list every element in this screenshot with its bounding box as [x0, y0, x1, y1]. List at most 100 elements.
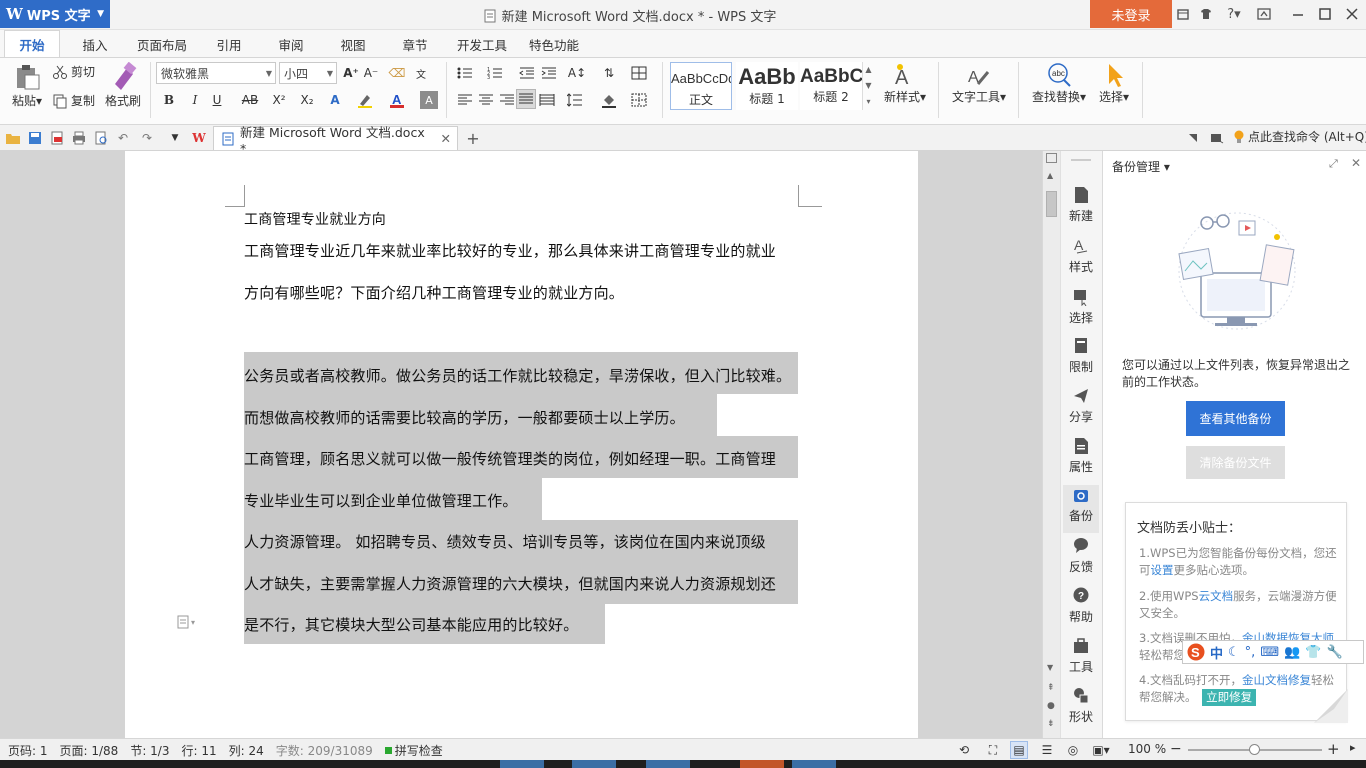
- justify-icon[interactable]: [516, 89, 536, 109]
- text-tools-button[interactable]: A 文字工具▾: [946, 62, 1012, 110]
- highlight-icon[interactable]: [356, 91, 374, 109]
- sidebar-item-help[interactable]: ? 帮助: [1063, 587, 1099, 633]
- text-effect-icon[interactable]: A: [326, 91, 344, 109]
- next-page-icon[interactable]: ⇟: [1047, 719, 1055, 729]
- collapse-ribbon-icon[interactable]: [1184, 129, 1202, 147]
- tab-references[interactable]: 引用: [206, 30, 252, 58]
- tab-view[interactable]: 视图: [330, 30, 376, 58]
- clear-format-icon[interactable]: ⌫: [388, 64, 406, 82]
- web-view-icon[interactable]: ◎: [1064, 741, 1082, 759]
- close-panel-icon[interactable]: ✕: [1351, 156, 1361, 170]
- clear-backup-button[interactable]: 清除备份文件: [1186, 446, 1285, 479]
- sidebar-item-backup[interactable]: 备份: [1063, 485, 1099, 533]
- shrink-font-icon[interactable]: A⁻: [362, 64, 380, 82]
- taskbar-button[interactable]: [646, 760, 690, 768]
- ime-mode[interactable]: 中: [1210, 643, 1223, 662]
- sidebar-item-select[interactable]: 选择: [1063, 288, 1099, 334]
- bullet-list-icon[interactable]: [456, 64, 474, 82]
- open-folder-icon[interactable]: [4, 129, 22, 147]
- zoom-level[interactable]: 100 %: [1128, 742, 1166, 756]
- reading-view-icon[interactable]: ▣▾: [1090, 741, 1112, 759]
- shading-icon[interactable]: [600, 91, 618, 109]
- close-icon[interactable]: [1344, 6, 1360, 22]
- status-page-code[interactable]: 页码: 1: [8, 742, 48, 759]
- fix-now-button[interactable]: 立即修复: [1202, 689, 1257, 706]
- sort-icon[interactable]: ⇅: [600, 64, 618, 82]
- scrollbar-thumb[interactable]: [1046, 191, 1057, 217]
- sidebar-item-style[interactable]: A 样式: [1063, 237, 1099, 283]
- taskbar-button[interactable]: [572, 760, 616, 768]
- char-shading-icon[interactable]: A: [420, 91, 438, 109]
- taskbar-button[interactable]: [792, 760, 836, 768]
- align-right-icon[interactable]: [498, 91, 516, 109]
- statusbar-menu-icon[interactable]: ▸: [1350, 741, 1356, 754]
- doc-repair-link[interactable]: 金山文档修复: [1242, 673, 1311, 687]
- select-button[interactable]: 选择▾: [1094, 62, 1134, 110]
- sidebar-item-feedback[interactable]: 反馈: [1063, 537, 1099, 583]
- user-icon[interactable]: 👥: [1284, 645, 1300, 660]
- underline-icon[interactable]: U: [208, 91, 226, 109]
- fullscreen-icon[interactable]: ⛶: [984, 741, 1002, 759]
- ime-toolbar[interactable]: S 中 ☾ °, ⌨ 👥 👕 🔧: [1182, 640, 1364, 664]
- grow-font-icon[interactable]: A⁺: [342, 64, 360, 82]
- font-color-icon[interactable]: A: [388, 91, 406, 109]
- save-icon[interactable]: [26, 129, 44, 147]
- table-border-icon[interactable]: [630, 64, 648, 82]
- text-direction-icon[interactable]: A↕: [566, 64, 588, 82]
- skin-icon[interactable]: [1175, 6, 1191, 22]
- status-section[interactable]: 节: 1/3: [130, 742, 169, 759]
- maximize-icon[interactable]: [1317, 6, 1333, 22]
- sidebar-item-tools[interactable]: 工具: [1063, 637, 1099, 683]
- export-pdf-icon[interactable]: [48, 129, 66, 147]
- numbered-list-icon[interactable]: 123: [486, 64, 504, 82]
- strikethrough-icon[interactable]: AB: [238, 91, 262, 109]
- scroll-up-icon[interactable]: ▲: [1047, 171, 1053, 180]
- new-tab-icon[interactable]: +: [464, 129, 482, 148]
- minimize-icon[interactable]: [1290, 6, 1306, 22]
- format-painter-button[interactable]: 格式刷: [104, 62, 142, 110]
- login-button[interactable]: 未登录: [1090, 0, 1172, 28]
- wrench-icon[interactable]: 🔧: [1326, 645, 1342, 660]
- cut-button[interactable]: 剪切: [52, 63, 95, 80]
- status-word-count[interactable]: 字数: 209/31089: [276, 742, 373, 759]
- line-spacing-icon[interactable]: [566, 91, 584, 109]
- tab-review[interactable]: 审阅: [268, 30, 314, 58]
- browse-object-icon[interactable]: ●: [1047, 701, 1055, 711]
- restore-layout-icon[interactable]: [1256, 6, 1272, 22]
- view-other-backups-button[interactable]: 查看其他备份: [1186, 401, 1285, 436]
- subscript-icon[interactable]: X₂: [298, 91, 316, 109]
- decrease-indent-icon[interactable]: [518, 64, 536, 82]
- wps-menu-button[interactable]: W WPS 文字 ▼: [0, 0, 110, 28]
- paragraph-marker-icon[interactable]: ▾: [177, 615, 195, 629]
- help-icon[interactable]: ?▾: [1222, 6, 1246, 22]
- tab-special[interactable]: 特色功能: [522, 30, 586, 58]
- tab-insert[interactable]: 插入: [72, 30, 118, 58]
- italic-icon[interactable]: I: [186, 91, 204, 109]
- print-preview-icon[interactable]: [92, 129, 110, 147]
- close-tab-icon[interactable]: ✕: [441, 131, 451, 146]
- style-heading-1[interactable]: AaBb 标题 1: [736, 62, 798, 110]
- panel-title[interactable]: 备份管理 ▾: [1112, 158, 1170, 175]
- zoom-slider-thumb[interactable]: [1249, 744, 1260, 755]
- tab-chapter[interactable]: 章节: [392, 30, 438, 58]
- style-heading-2[interactable]: AaBbC 标题 2: [800, 62, 862, 110]
- shirt-icon[interactable]: [1198, 6, 1214, 22]
- document-page[interactable]: 工商管理专业就业方向 工商管理专业近几年来就业率比较好的专业，那么具体来讲工商管…: [125, 151, 918, 738]
- taskbar-button[interactable]: [500, 760, 544, 768]
- moon-icon[interactable]: ☾: [1228, 645, 1240, 660]
- sidebar-item-restrict[interactable]: 限制: [1063, 337, 1099, 383]
- distribute-icon[interactable]: [538, 91, 556, 109]
- align-left-icon[interactable]: [456, 91, 474, 109]
- page-view-icon[interactable]: ▤: [1010, 741, 1028, 759]
- copy-button[interactable]: 复制: [52, 92, 95, 109]
- superscript-icon[interactable]: X²: [270, 91, 288, 109]
- skin-shirt-icon[interactable]: 👕: [1305, 645, 1321, 660]
- increase-indent-icon[interactable]: [540, 64, 558, 82]
- phonetic-guide-icon[interactable]: 文: [412, 64, 430, 82]
- undo-icon[interactable]: ↶: [114, 129, 132, 147]
- sidebar-item-share[interactable]: 分享: [1063, 387, 1099, 433]
- sidebar-item-shapes[interactable]: 形状: [1063, 687, 1099, 733]
- settings-link[interactable]: 设置: [1151, 563, 1174, 577]
- status-page[interactable]: 页面: 1/88: [60, 742, 119, 759]
- outline-view-icon[interactable]: ☰: [1038, 741, 1056, 759]
